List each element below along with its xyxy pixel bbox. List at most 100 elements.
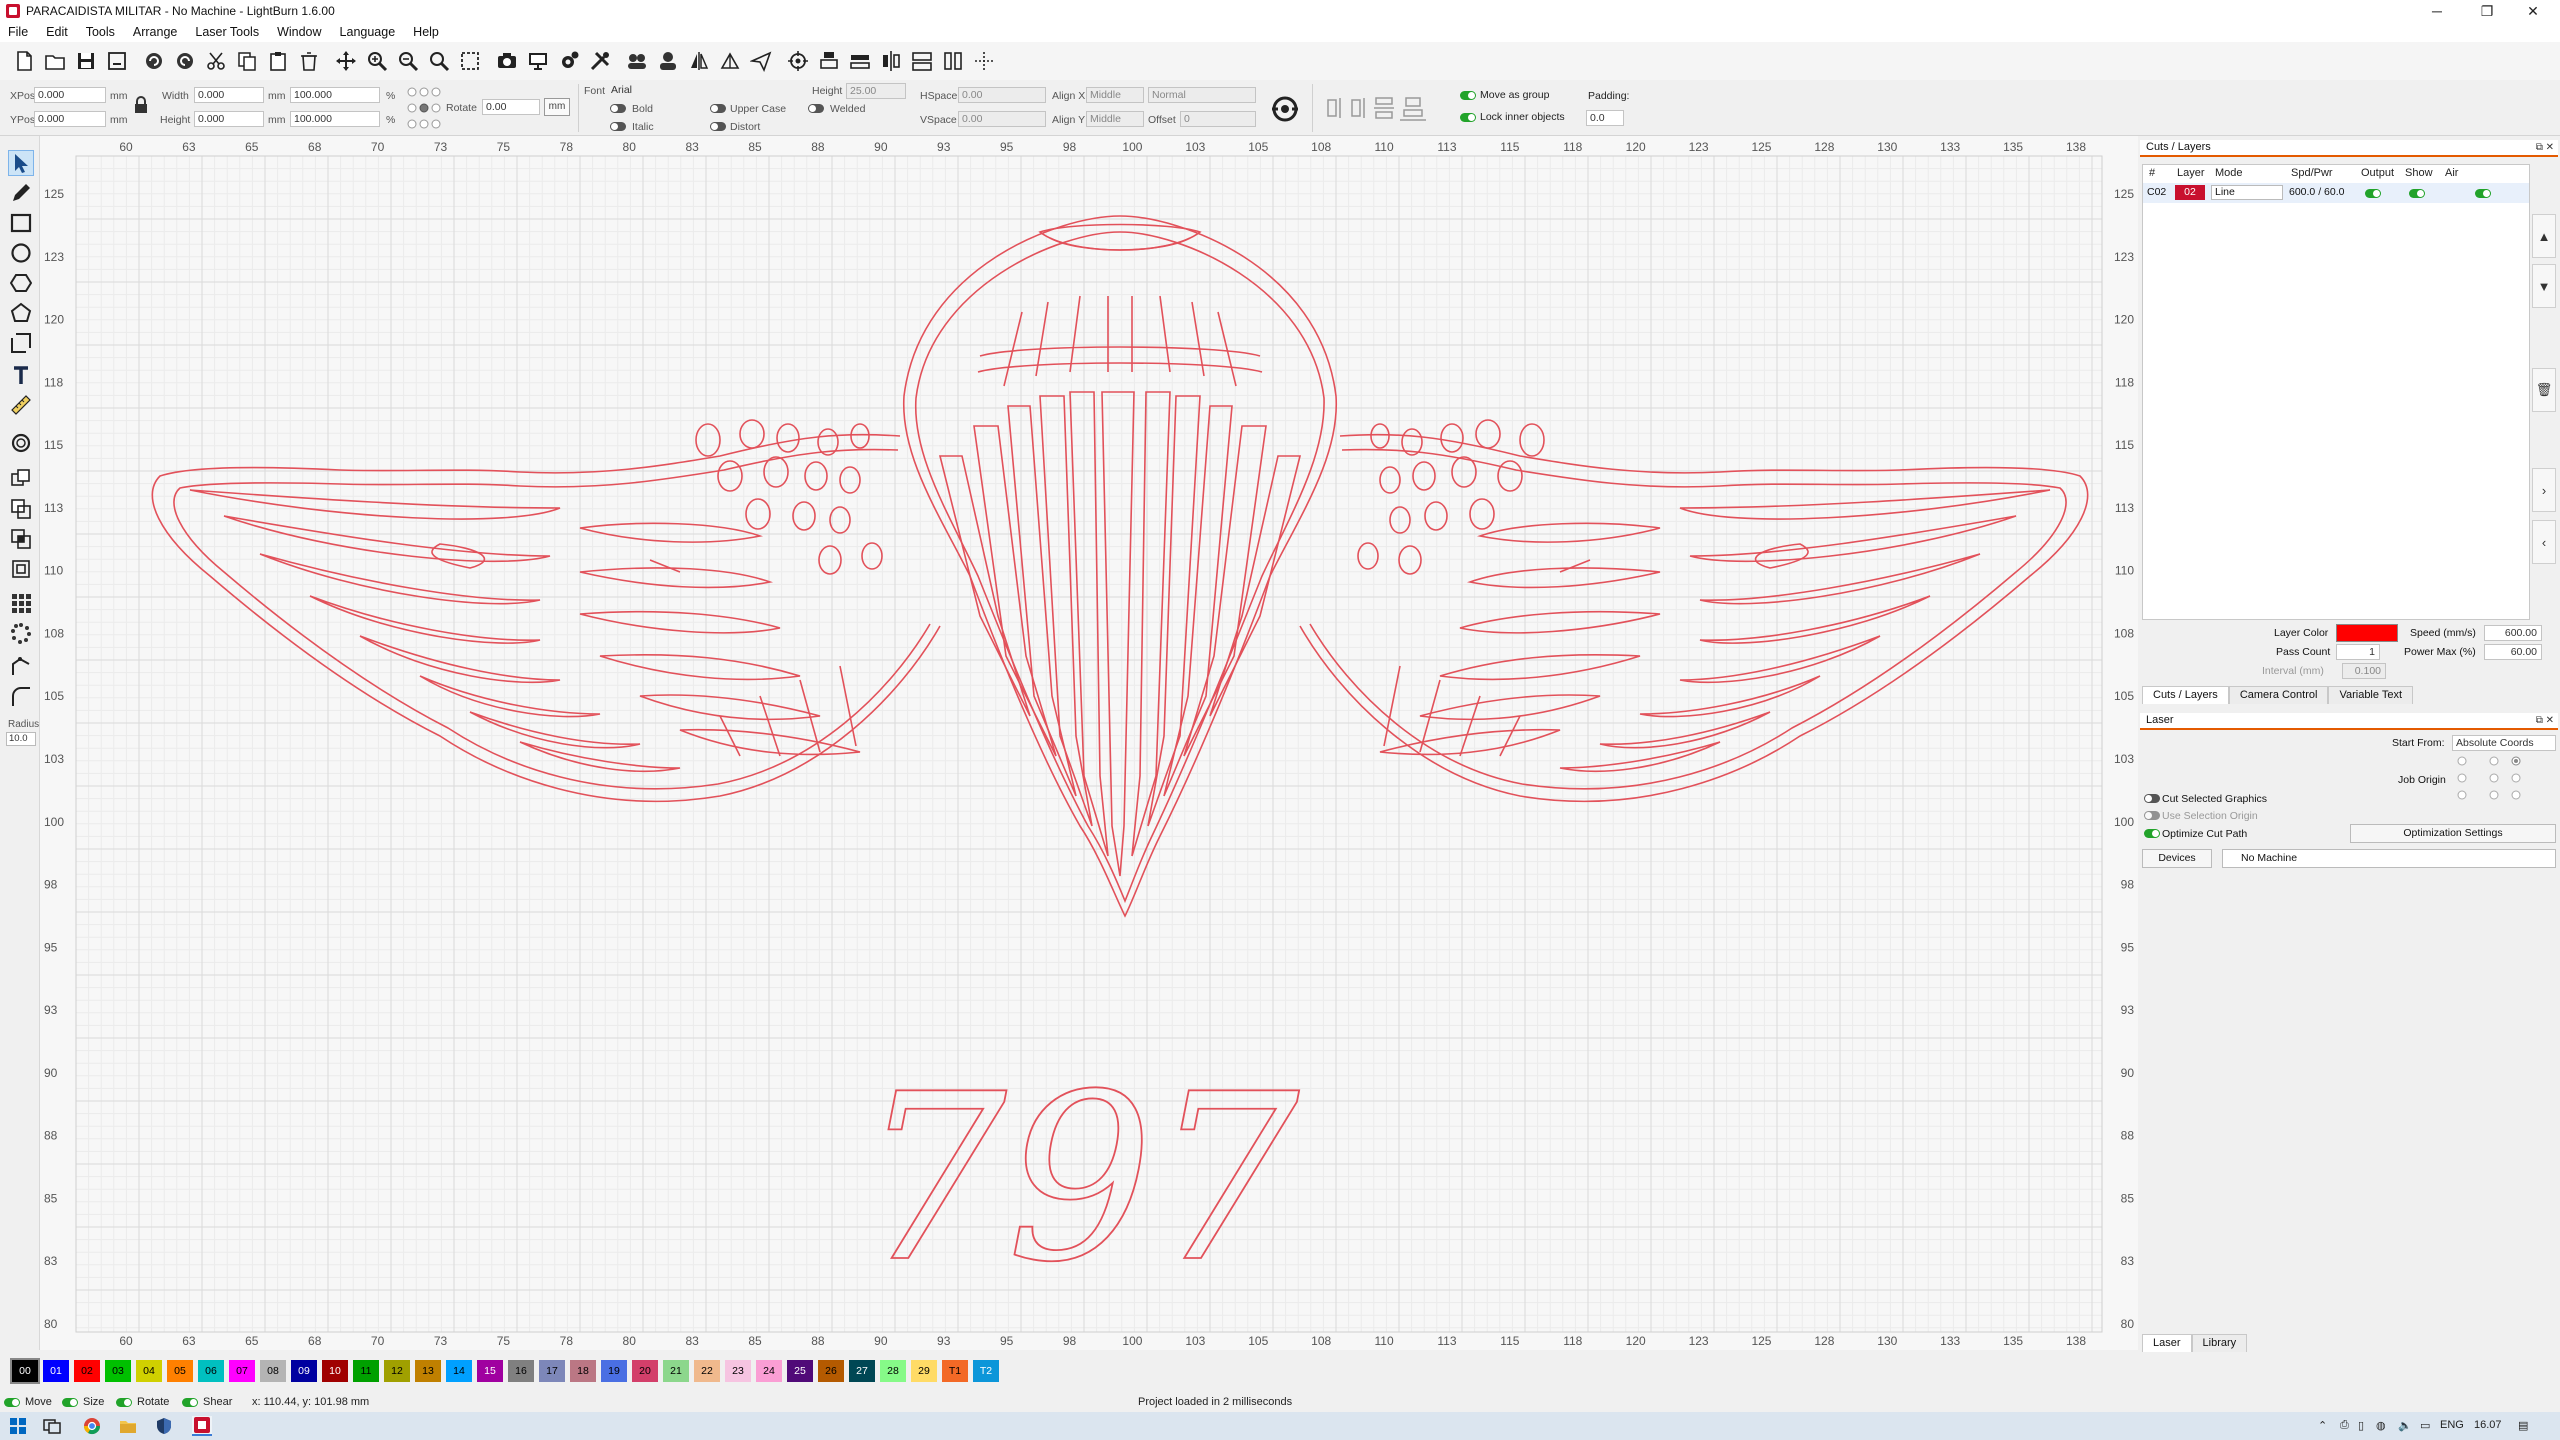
frame-icon[interactable]: [8, 330, 34, 356]
width-input[interactable]: 0.000: [194, 87, 264, 103]
tray-clock[interactable]: 16.07: [2474, 1419, 2502, 1431]
cut-icon[interactable]: [202, 47, 230, 75]
palette-swatch-04[interactable]: 04: [136, 1360, 162, 1382]
canvas-area[interactable]: 60 60 63 63 65 65 68 68 70 70 73 73 75 75 78 78 80 80 83 83…: [40, 136, 2138, 1350]
palette-swatch-22[interactable]: 22: [694, 1360, 720, 1382]
tab-cuts-layers[interactable]: Cuts / Layers: [2142, 686, 2229, 704]
target-icon[interactable]: [784, 47, 812, 75]
menu-tools[interactable]: Tools: [86, 25, 115, 39]
palette-swatch-13[interactable]: 13: [415, 1360, 441, 1382]
delete-layer-icon[interactable]: 🗑: [2532, 368, 2556, 412]
move-layer-up-button[interactable]: ▲: [2532, 214, 2556, 258]
panel-float-close-icon[interactable]: ⧉ ✕: [2536, 140, 2554, 155]
palette-swatch-20[interactable]: 20: [632, 1360, 658, 1382]
plus-icon[interactable]: [970, 47, 998, 75]
palette-swatch-24[interactable]: 24: [756, 1360, 782, 1382]
job-origin-grid[interactable]: [2454, 755, 2524, 801]
align-tools-icon[interactable]: [1326, 94, 1446, 122]
status-rotate[interactable]: Rotate: [116, 1396, 169, 1408]
menu-laser-tools[interactable]: Laser Tools: [195, 25, 259, 39]
italic-toggle[interactable]: [610, 122, 626, 131]
boolean-union-icon[interactable]: [8, 466, 34, 492]
expand-left-button[interactable]: ‹: [2532, 520, 2556, 564]
tools-icon[interactable]: [586, 47, 614, 75]
chrome-icon[interactable]: [82, 1416, 102, 1436]
units-toggle-button[interactable]: mm: [544, 98, 570, 116]
palette-swatch-21[interactable]: 21: [663, 1360, 689, 1382]
welded-toggle[interactable]: [808, 104, 824, 113]
close-button[interactable]: ✕: [2510, 0, 2556, 22]
shear-toggle[interactable]: [182, 1397, 198, 1407]
optimize-cut-toggle[interactable]: [2144, 829, 2160, 838]
tray-language[interactable]: ENG: [2440, 1419, 2464, 1431]
align-x-select[interactable]: Middle: [1086, 87, 1144, 103]
anchor-grid-icon[interactable]: [406, 84, 442, 132]
flip-horizontal-icon[interactable]: [685, 47, 713, 75]
align-icon[interactable]: [815, 47, 843, 75]
laser-panel-float-close-icon[interactable]: ⧉ ✕: [2536, 713, 2554, 728]
pass-count-input[interactable]: 1: [2336, 644, 2380, 660]
open-folder-icon[interactable]: [41, 47, 69, 75]
devices-button[interactable]: Devices: [2142, 849, 2212, 868]
lock-inner-toggle[interactable]: [1460, 113, 1476, 122]
palette-swatch-27[interactable]: 27: [849, 1360, 875, 1382]
interval-input[interactable]: 0.100: [2342, 663, 2386, 679]
select-rect-icon[interactable]: [456, 47, 484, 75]
menu-file[interactable]: File: [8, 25, 28, 39]
text-mode-select[interactable]: Normal: [1148, 87, 1256, 103]
delete-icon[interactable]: [295, 47, 323, 75]
layer-air-toggle[interactable]: [2475, 189, 2491, 198]
group-icon[interactable]: [623, 47, 651, 75]
corner-icon[interactable]: [8, 684, 34, 710]
ellipse-icon[interactable]: [8, 240, 34, 266]
copy-icon[interactable]: [233, 47, 261, 75]
palette-swatch-02[interactable]: 02: [74, 1360, 100, 1382]
palette-swatch-25[interactable]: 25: [787, 1360, 813, 1382]
maximize-button[interactable]: ❐: [2464, 0, 2510, 22]
path-edit-icon[interactable]: [8, 654, 34, 680]
align-y-select[interactable]: Middle: [1086, 111, 1144, 127]
lightburn-taskbar-icon[interactable]: [192, 1416, 212, 1436]
lock-icon[interactable]: [134, 96, 148, 114]
palette-swatch-01[interactable]: 01: [43, 1360, 69, 1382]
expand-right-button[interactable]: ›: [2532, 468, 2556, 512]
move-as-group-toggle[interactable]: [1460, 91, 1476, 100]
font-select[interactable]: Arial: [608, 83, 808, 99]
cut-selected-toggle[interactable]: [2144, 794, 2160, 803]
text-icon[interactable]: [8, 362, 34, 388]
layer-mode-select[interactable]: Line: [2211, 185, 2283, 200]
paste-icon[interactable]: [264, 47, 292, 75]
palette-swatch-19[interactable]: 19: [601, 1360, 627, 1382]
zoom-fit-icon[interactable]: [425, 47, 453, 75]
palette-swatch-10[interactable]: 10: [322, 1360, 348, 1382]
menu-edit[interactable]: Edit: [46, 25, 68, 39]
undo-icon[interactable]: [140, 47, 168, 75]
palette-swatch-28[interactable]: 28: [880, 1360, 906, 1382]
camera-icon[interactable]: [493, 47, 521, 75]
circular-array-icon[interactable]: [8, 620, 34, 646]
weld-icon[interactable]: [8, 556, 34, 582]
move-toggle[interactable]: [4, 1397, 20, 1407]
scale-width-input[interactable]: 100.000: [290, 87, 380, 103]
design-canvas[interactable]: 60 60 63 63 65 65 68 68 70 70 73 73 75 75 78 78 80 80 83 83…: [40, 136, 2138, 1350]
hspace-input[interactable]: 0.00: [958, 87, 1046, 103]
save-as-icon[interactable]: [103, 47, 131, 75]
send-icon[interactable]: [747, 47, 775, 75]
menu-language[interactable]: Language: [340, 25, 396, 39]
power-max-input[interactable]: 60.00: [2484, 644, 2542, 660]
task-view-icon[interactable]: [42, 1416, 62, 1436]
palette-swatch-03[interactable]: 03: [105, 1360, 131, 1382]
padding-input[interactable]: 0.0: [1586, 110, 1624, 126]
scale-height-input[interactable]: 100.000: [290, 111, 380, 127]
palette-swatch-29[interactable]: 29: [911, 1360, 937, 1382]
tray-speaker-icon[interactable]: 🔈: [2398, 1419, 2412, 1432]
menu-help[interactable]: Help: [413, 25, 439, 39]
ypos-input[interactable]: 0.000: [34, 111, 106, 127]
user-icon[interactable]: [654, 47, 682, 75]
palette-swatch-18[interactable]: 18: [570, 1360, 596, 1382]
palette-swatch-12[interactable]: 12: [384, 1360, 410, 1382]
space-icon[interactable]: [939, 47, 967, 75]
rotate-input[interactable]: 0.00: [482, 99, 540, 115]
layer-color-swatch[interactable]: [2336, 624, 2398, 642]
palette-swatch-07[interactable]: 07: [229, 1360, 255, 1382]
